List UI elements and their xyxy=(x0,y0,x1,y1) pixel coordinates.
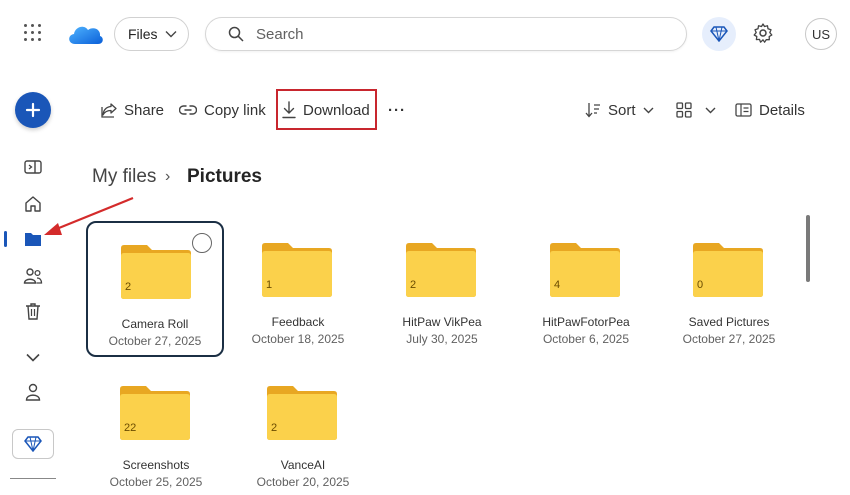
folder-date: October 20, 2025 xyxy=(256,475,350,489)
folder-date: October 25, 2025 xyxy=(109,475,203,489)
folder-name: Camera Roll xyxy=(121,317,189,331)
breadcrumb-current-page: Pictures xyxy=(187,166,262,187)
diamond-icon xyxy=(24,436,42,452)
chevron-down-icon xyxy=(165,31,177,38)
folder-date: October 6, 2025 xyxy=(542,332,630,346)
folder-item-count: 2 xyxy=(125,281,132,293)
rail-people[interactable] xyxy=(23,382,43,402)
copy-link-label: Copy link xyxy=(204,101,266,119)
chevron-down-icon xyxy=(643,107,654,113)
people-icon xyxy=(23,268,43,284)
person-icon xyxy=(25,383,41,401)
sidebar-toggle-icon xyxy=(24,160,42,174)
rail-more-button[interactable] xyxy=(23,347,43,367)
folder-date: October 27, 2025 xyxy=(108,334,202,348)
details-pane-icon xyxy=(735,103,752,117)
folder-tile-hitpawfotorpea[interactable]: 4 HitPawFotorPea October 6, 2025 xyxy=(517,221,655,357)
more-actions-button[interactable]: ··· xyxy=(388,96,406,124)
download-highlight-box xyxy=(276,89,377,130)
breadcrumb-my-files[interactable]: My files xyxy=(92,166,156,188)
folder-tile-hitpaw-vikpea[interactable]: 2 HitPaw VikPea July 30, 2025 xyxy=(373,221,511,357)
view-options-button[interactable] xyxy=(676,96,723,124)
share-button[interactable]: Share xyxy=(101,96,164,124)
create-new-button[interactable] xyxy=(15,92,51,128)
search-input[interactable]: Search xyxy=(205,17,687,51)
share-icon xyxy=(101,103,117,118)
folder-date: July 30, 2025 xyxy=(406,332,478,346)
folder-name: Screenshots xyxy=(122,458,190,472)
folder-tile-saved-pictures[interactable]: 0 Saved Pictures October 27, 2025 xyxy=(660,221,798,357)
share-label: Share xyxy=(124,101,165,119)
folder-date: October 27, 2025 xyxy=(682,332,776,346)
folder-tile-camera-roll[interactable]: 2 Camera Roll October 27, 2025 xyxy=(86,221,224,357)
grid-view-icon xyxy=(676,102,692,118)
sort-label: Sort xyxy=(608,101,636,119)
folder-tile-screenshots[interactable]: 22 Screenshots October 25, 2025 xyxy=(87,364,225,495)
chevron-down-icon xyxy=(705,107,716,113)
folder-item-count: 0 xyxy=(697,279,704,291)
folder-item-count: 2 xyxy=(271,422,278,434)
folder-item-count: 2 xyxy=(410,279,417,291)
sort-icon xyxy=(585,103,600,118)
folder-item-count: 22 xyxy=(124,422,137,434)
folder-name: Feedback xyxy=(271,315,325,329)
copy-link-button[interactable]: Copy link xyxy=(179,96,266,124)
sort-button[interactable]: Sort xyxy=(585,96,661,124)
top-bar: Files Search US xyxy=(0,0,850,68)
more-actions-label: ··· xyxy=(388,101,406,119)
files-dropdown-label: Files xyxy=(128,26,158,42)
search-icon xyxy=(228,26,244,42)
breadcrumb-separator: › xyxy=(165,168,171,185)
vertical-scrollbar[interactable] xyxy=(806,215,810,282)
folder-tile-vanceai[interactable]: 2 VanceAI October 20, 2025 xyxy=(234,364,372,495)
settings-button[interactable] xyxy=(752,22,774,49)
folder-name: HitPaw VikPea xyxy=(402,315,482,329)
folder-item-count: 1 xyxy=(266,279,273,291)
premium-button[interactable] xyxy=(702,17,736,51)
plus-icon xyxy=(25,102,41,118)
app-launcher-icon[interactable] xyxy=(24,24,42,42)
details-label: Details xyxy=(759,101,805,119)
rail-collapse-button[interactable] xyxy=(23,157,43,177)
folder-item-count: 4 xyxy=(554,279,561,291)
onedrive-logo[interactable] xyxy=(66,20,104,51)
rail-active-indicator xyxy=(4,231,7,247)
gear-icon xyxy=(753,23,773,43)
trash-icon xyxy=(26,303,40,320)
selection-checkbox[interactable] xyxy=(192,233,212,253)
folder-tile-feedback[interactable]: 1 Feedback October 18, 2025 xyxy=(229,221,367,357)
folder-name: Saved Pictures xyxy=(688,315,770,329)
diamond-icon xyxy=(710,26,728,42)
rail-premium-button[interactable] xyxy=(12,429,54,459)
chevron-down-icon xyxy=(26,353,40,362)
rail-divider xyxy=(10,478,56,479)
folder-name: HitPawFotorPea xyxy=(542,315,630,329)
folder-name: VanceAI xyxy=(280,458,326,472)
details-button[interactable]: Details xyxy=(735,96,805,124)
link-icon xyxy=(179,105,197,115)
avatar-initials: US xyxy=(811,26,831,42)
rail-recycle-bin[interactable] xyxy=(23,301,43,321)
search-placeholder: Search xyxy=(256,25,304,43)
files-dropdown[interactable]: Files xyxy=(114,17,189,51)
folder-date: October 18, 2025 xyxy=(251,332,345,346)
avatar[interactable]: US xyxy=(805,18,837,50)
rail-shared[interactable] xyxy=(23,266,43,286)
